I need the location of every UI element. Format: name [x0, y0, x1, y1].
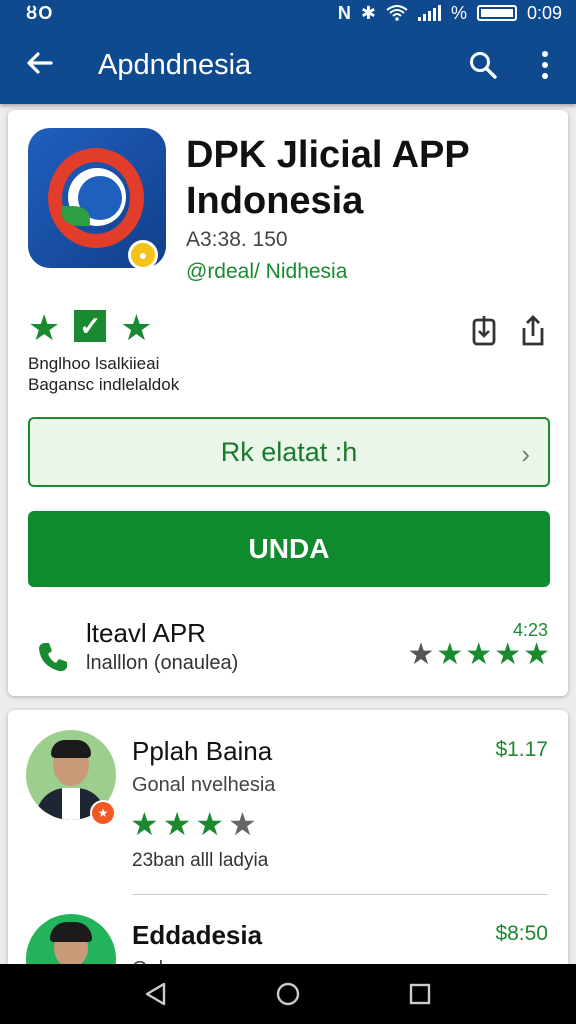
nfc-icon: N [337, 2, 351, 23]
app-bar-title: Apdndnesia [98, 48, 252, 81]
signal-icon [417, 5, 441, 21]
list-item-name: Eddadesia [132, 920, 263, 950]
star-icon: ★ [407, 638, 435, 671]
status-time: 0:09 [526, 2, 562, 23]
more-vert-icon [542, 51, 548, 79]
list-item-price: $1.17 [495, 738, 548, 761]
list-item-subtitle: Gonal nvelhesia [132, 774, 276, 796]
app-logo: ● [28, 128, 166, 270]
verified-check-icon: ✓ [74, 310, 107, 342]
status-icons: N ✱ % 0:09 [338, 3, 562, 24]
list-item[interactable]: ★ Pplah Baina Gonal nvelhesia $1.17 ★ ★ … [8, 710, 568, 900]
chevron-right-icon: › [521, 439, 530, 469]
list-item-description: 23ban alll ladyia [132, 850, 269, 871]
app-name: DPK Jlicial APP Indonesia [186, 134, 470, 222]
phone-icon [39, 643, 67, 672]
install-button-label: UNDA [248, 533, 330, 564]
battery-icon [476, 5, 517, 21]
info-rating-stars: ★ ★ ★ ★ ★ [407, 640, 550, 670]
secondary-action-label: Rk elatat :h [220, 436, 358, 467]
nav-recents-icon[interactable] [406, 980, 434, 1008]
wifi-icon [386, 5, 408, 21]
install-button[interactable]: UNDA [28, 511, 550, 587]
star-icon: ★ [120, 307, 153, 348]
star-icon: ★ [195, 806, 225, 842]
star-icon: ★ [465, 638, 493, 671]
secondary-action-button[interactable]: Rk elatat :h › [28, 417, 550, 487]
navigation-bar [0, 964, 576, 1024]
star-outline-icon: ★ [228, 806, 257, 842]
back-arrow-icon[interactable] [0, 47, 80, 84]
star-icon: ★ [162, 806, 192, 842]
status-bar: ȣO N ✱ % 0:09 [0, 0, 576, 26]
meta-line-2: Bagansc indlelaldok [28, 375, 180, 394]
list-item-rating: ★ ★ ★ ★ [130, 808, 257, 840]
list-item-name: Pplah Baina [132, 736, 273, 766]
info-subtitle: lnalllon (onaulea) [86, 652, 239, 674]
star-icon: ★ [436, 638, 464, 671]
search-button[interactable] [452, 50, 514, 80]
search-icon [470, 52, 497, 79]
meta-line-1: Bnglhoo lsalkiieai [28, 354, 160, 373]
star-icon: ★ [130, 806, 159, 842]
share-icon[interactable] [518, 314, 548, 348]
star-icon: ★ [494, 638, 522, 671]
battery-percent: % [450, 2, 467, 23]
bluetooth-icon: ✱ [360, 2, 376, 23]
status-left-text: ȣO [26, 2, 54, 23]
nav-back-icon[interactable] [142, 980, 170, 1008]
app-detail-card: ● DPK Jlicial APP Indonesia A3:38. 150 @… [8, 110, 568, 696]
info-title: lteavl APR [86, 618, 206, 648]
star-badge-icon: ★ [90, 800, 116, 826]
bookmark-icon[interactable] [470, 314, 498, 348]
app-bar: Apdndnesia [0, 26, 576, 104]
developer-link[interactable]: @rdeal/ Nidhesia [186, 260, 347, 284]
list-item-price: $8:50 [495, 922, 548, 945]
app-version: A3:38. 150 [186, 228, 288, 251]
star-icon: ★ [523, 638, 550, 671]
star-icon: ★ [28, 307, 61, 348]
rating-stars: ★ ✓ ★ [28, 310, 153, 346]
nav-home-icon[interactable] [274, 980, 302, 1008]
divider [132, 894, 548, 895]
more-options-button[interactable] [514, 51, 576, 79]
lock-badge-icon: ● [128, 240, 158, 270]
